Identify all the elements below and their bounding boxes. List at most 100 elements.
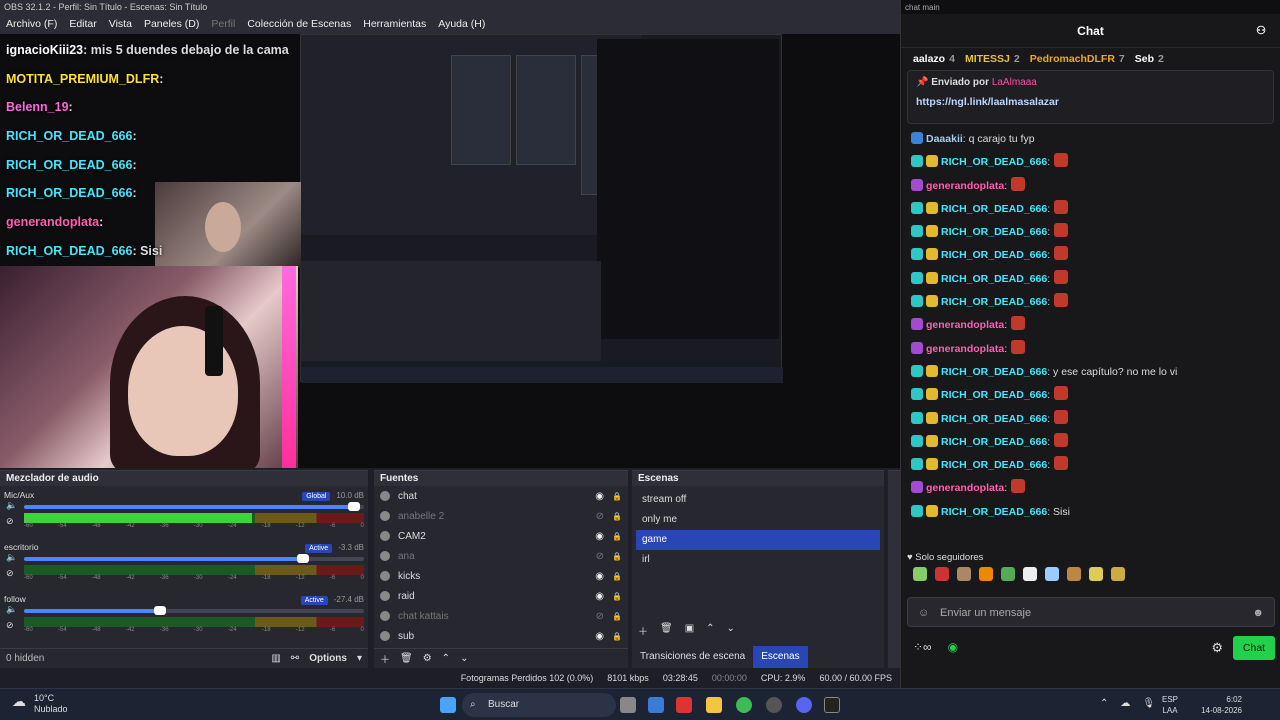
windows-start-icon[interactable] bbox=[440, 697, 456, 713]
emote[interactable] bbox=[979, 567, 993, 581]
chat-username[interactable]: Daaakii bbox=[926, 133, 963, 145]
chrome-icon[interactable] bbox=[736, 697, 752, 713]
volume-knob[interactable] bbox=[296, 554, 309, 563]
eye-icon[interactable]: ◉ bbox=[595, 591, 604, 602]
kick-icon[interactable]: ◉ bbox=[948, 640, 958, 654]
task-view-icon[interactable] bbox=[620, 697, 636, 713]
chat-username[interactable]: RICH_OR_DEAD_666 bbox=[941, 436, 1047, 448]
menu-coleccion-escenas[interactable]: Colección de Escenas bbox=[247, 14, 351, 34]
options-button[interactable]: Options bbox=[309, 653, 347, 664]
eye-off-icon[interactable]: ⊘ bbox=[596, 551, 604, 562]
trash-icon[interactable]: 🗑 bbox=[660, 623, 673, 638]
chat-username[interactable]: RICH_OR_DEAD_666 bbox=[941, 249, 1047, 261]
lock-icon[interactable]: 🔒 bbox=[612, 592, 622, 601]
scene-item[interactable]: irl bbox=[636, 550, 880, 570]
gifter[interactable]: aalazo 4 bbox=[913, 53, 955, 65]
file-explorer-icon[interactable] bbox=[706, 697, 722, 713]
volume-knob[interactable] bbox=[347, 502, 360, 511]
emote[interactable] bbox=[957, 567, 971, 581]
send-chat-button[interactable]: Chat bbox=[1233, 636, 1275, 660]
scene-item[interactable]: only me bbox=[636, 510, 880, 530]
lock-icon[interactable]: 🔒 bbox=[612, 552, 622, 561]
source-item[interactable]: ana ⊘ 🔒 bbox=[374, 546, 628, 566]
chat-username[interactable]: RICH_OR_DEAD_666 bbox=[941, 203, 1047, 215]
eye-off-icon[interactable]: ⊘ bbox=[596, 511, 604, 522]
controls-dock-collapsed[interactable] bbox=[888, 470, 900, 668]
emoji-icon[interactable]: ☺ bbox=[918, 598, 929, 628]
scene-item[interactable]: game bbox=[636, 530, 880, 550]
tab-scenes[interactable]: Escenas bbox=[753, 646, 808, 668]
layout-icon[interactable]: ▥ bbox=[271, 653, 280, 664]
chat-username[interactable]: RICH_OR_DEAD_666 bbox=[941, 506, 1047, 518]
menu-archivo[interactable]: Archivo (F) bbox=[6, 14, 57, 34]
emote[interactable] bbox=[1023, 567, 1037, 581]
source-item[interactable]: raid ◉ 🔒 bbox=[374, 586, 628, 606]
speaker-icon[interactable]: 🔈 bbox=[6, 552, 17, 563]
eye-off-icon[interactable]: ⊘ bbox=[596, 611, 604, 622]
trash-icon[interactable]: 🗑 bbox=[400, 653, 413, 664]
emote[interactable] bbox=[1001, 567, 1015, 581]
store-icon[interactable] bbox=[648, 697, 664, 713]
lock-icon[interactable]: 🔒 bbox=[612, 572, 622, 581]
volume-knob[interactable] bbox=[154, 606, 166, 615]
chevron-up-icon[interactable]: ⌃ bbox=[1100, 698, 1108, 709]
eye-icon[interactable]: ◉ bbox=[595, 631, 604, 642]
source-item[interactable]: chat ◉ 🔒 bbox=[374, 486, 628, 506]
volume-slider[interactable] bbox=[24, 502, 364, 511]
filter-icon[interactable]: ▣ bbox=[685, 623, 694, 638]
discord-icon[interactable] bbox=[796, 697, 812, 713]
move-down-button[interactable]: ⌄ bbox=[460, 653, 468, 664]
speaker-icon[interactable]: 🔈 bbox=[6, 604, 17, 615]
chat-username[interactable]: RICH_OR_DEAD_666 bbox=[941, 273, 1047, 285]
emote[interactable] bbox=[935, 567, 949, 581]
move-up-button[interactable]: ⌃ bbox=[706, 623, 714, 638]
weather-widget[interactable]: ☁ 10°C Nublado bbox=[12, 693, 68, 715]
mute-icon[interactable]: ⊘ bbox=[6, 568, 14, 579]
menu-perfil[interactable]: Perfil bbox=[211, 14, 235, 34]
chevron-down-icon[interactable]: ▾ bbox=[357, 653, 362, 664]
taskbar-search[interactable]: ⌕ Buscar bbox=[462, 693, 616, 717]
source-item[interactable]: CAM2 ◉ 🔒 bbox=[374, 526, 628, 546]
preview-canvas[interactable]: ignacioKiii23: mis 5 duendes debajo de l… bbox=[0, 34, 900, 468]
source-item[interactable]: chat kattais ⊘ 🔒 bbox=[374, 606, 628, 626]
emote[interactable] bbox=[1089, 567, 1103, 581]
users-icon[interactable]: ⚇ bbox=[1256, 14, 1266, 48]
gifter[interactable]: Seb 2 bbox=[1135, 53, 1164, 65]
mute-icon[interactable]: ⊘ bbox=[6, 516, 14, 527]
settings-gear-icon[interactable]: ⚙ bbox=[1211, 640, 1223, 656]
chat-username[interactable]: RICH_OR_DEAD_666 bbox=[941, 296, 1047, 308]
chat-username[interactable]: generandoplata bbox=[926, 180, 1004, 192]
gifter[interactable]: PedromachDLFR 7 bbox=[1030, 53, 1125, 65]
source-item[interactable]: kicks ◉ 🔒 bbox=[374, 566, 628, 586]
wifi-icon[interactable]: ☁ bbox=[1120, 698, 1130, 709]
chat-username[interactable]: RICH_OR_DEAD_666 bbox=[941, 366, 1047, 378]
eye-icon[interactable]: ◉ bbox=[595, 531, 604, 542]
speaker-icon[interactable]: 🔈 bbox=[6, 500, 17, 511]
source-item[interactable]: sub ◉ 🔒 bbox=[374, 626, 628, 646]
scene-item[interactable]: stream off bbox=[636, 490, 880, 510]
menu-paneles[interactable]: Paneles (D) bbox=[144, 14, 199, 34]
lock-icon[interactable]: 🔒 bbox=[612, 492, 622, 501]
eye-icon[interactable]: ◉ bbox=[595, 491, 604, 502]
menu-vista[interactable]: Vista bbox=[109, 14, 132, 34]
chat-username[interactable]: generandoplata bbox=[926, 482, 1004, 494]
smiley-icon[interactable]: ☻ bbox=[1252, 598, 1264, 628]
app-icon[interactable] bbox=[676, 697, 692, 713]
gifter[interactable]: MITESSJ 2 bbox=[965, 53, 1020, 65]
obs-icon[interactable] bbox=[766, 697, 782, 713]
chat-username[interactable]: RICH_OR_DEAD_666 bbox=[941, 413, 1047, 425]
emote[interactable] bbox=[1111, 567, 1125, 581]
eye-icon[interactable]: ◉ bbox=[595, 571, 604, 582]
system-tray[interactable]: ⌃ ☁ 🎙 bbox=[1100, 698, 1155, 709]
language-indicator[interactable]: ESP LAA bbox=[1162, 694, 1178, 716]
menu-herramientas[interactable]: Herramientas bbox=[363, 14, 426, 34]
move-up-button[interactable]: ⌃ bbox=[442, 653, 450, 664]
share-icon[interactable]: ⁘∞ bbox=[913, 640, 932, 654]
link-icon[interactable]: ⚯ bbox=[291, 653, 299, 664]
menu-ayuda[interactable]: Ayuda (H) bbox=[438, 14, 485, 34]
chat-username[interactable]: RICH_OR_DEAD_666 bbox=[941, 389, 1047, 401]
chat-username[interactable]: RICH_OR_DEAD_666 bbox=[941, 226, 1047, 238]
volume-slider[interactable] bbox=[24, 606, 364, 615]
menu-editar[interactable]: Editar bbox=[69, 14, 96, 34]
tab-transitions[interactable]: Transiciones de escena bbox=[632, 646, 753, 668]
